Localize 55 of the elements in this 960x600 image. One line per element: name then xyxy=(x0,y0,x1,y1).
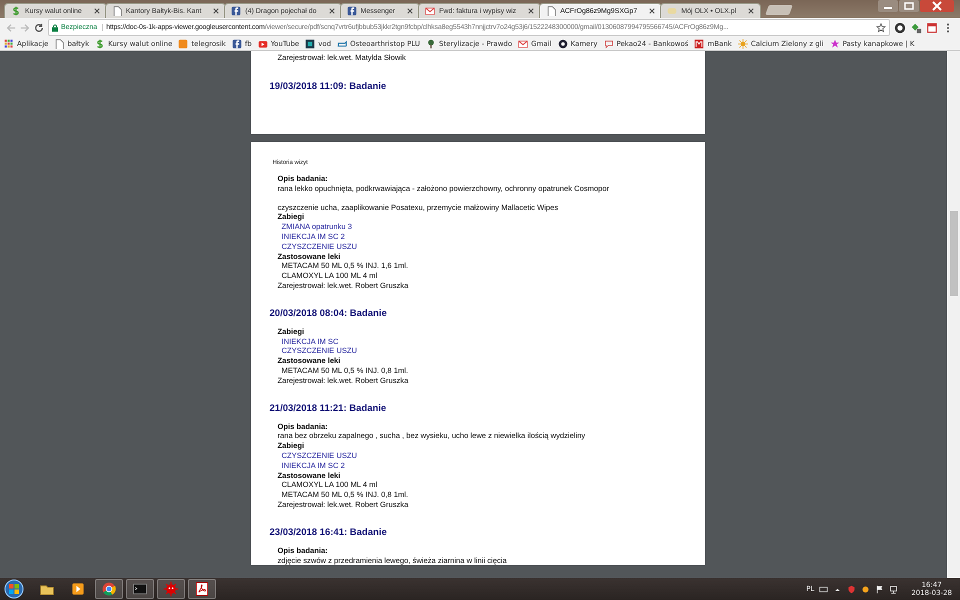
bug-icon xyxy=(163,581,179,597)
camera-icon xyxy=(558,38,568,48)
new-tab-button[interactable] xyxy=(765,5,794,15)
star-logo-icon xyxy=(830,38,840,48)
close-icon[interactable] xyxy=(649,8,656,14)
speech-icon xyxy=(604,38,614,48)
start-orb-icon[interactable] xyxy=(4,579,24,599)
shield-icon[interactable] xyxy=(847,584,856,594)
maximize-icon[interactable] xyxy=(899,0,919,12)
envelope-icon xyxy=(518,38,528,48)
page-icon xyxy=(546,6,556,16)
film-square-icon xyxy=(305,38,316,48)
scrollbar-thumb[interactable] xyxy=(950,211,958,296)
visit-heading: 19/03/2018 11:09: Badanie xyxy=(270,80,388,93)
visit-heading: 23/03/2018 16:41: Badanie xyxy=(270,526,388,539)
close-icon[interactable] xyxy=(94,8,100,14)
close-icon[interactable] xyxy=(748,8,754,14)
scrollbar[interactable] xyxy=(947,51,960,578)
address-bar[interactable] xyxy=(48,19,890,36)
network-icon[interactable] xyxy=(889,584,898,594)
play-icon xyxy=(258,38,268,48)
circle-extension-icon[interactable] xyxy=(894,22,906,34)
taskbar-button[interactable] xyxy=(126,579,154,599)
close-icon[interactable] xyxy=(213,8,220,14)
m-square-icon xyxy=(694,38,704,48)
lock-icon xyxy=(52,24,58,32)
keyboard-icon[interactable] xyxy=(819,584,828,594)
close-icon[interactable] xyxy=(407,8,414,14)
dollar-icon xyxy=(11,6,21,16)
page-icon xyxy=(112,6,122,16)
envelope-icon xyxy=(425,6,436,16)
facebook-icon xyxy=(232,38,242,48)
facebook-icon xyxy=(346,6,357,16)
terminal-icon xyxy=(132,581,148,597)
facebook-icon xyxy=(231,6,242,16)
flag-icon[interactable] xyxy=(875,584,884,594)
pdf-icon xyxy=(194,581,210,597)
visit-heading: 21/03/2018 11:21: Badanie xyxy=(270,402,388,415)
visit-heading: 20/03/2018 08:04: Badanie xyxy=(270,308,388,320)
square-logo-icon xyxy=(178,38,188,48)
close-icon[interactable] xyxy=(920,0,954,12)
sun-icon xyxy=(738,38,748,48)
close-icon[interactable] xyxy=(328,8,335,14)
taskbar-button[interactable] xyxy=(95,579,123,599)
apps-grid-icon xyxy=(4,38,14,48)
close-icon[interactable] xyxy=(528,8,534,14)
tree-icon xyxy=(426,38,436,48)
minimize-icon[interactable] xyxy=(878,0,898,12)
sun-icon[interactable] xyxy=(861,584,870,594)
star-icon[interactable] xyxy=(876,22,886,32)
dollar-icon xyxy=(95,38,106,48)
reload-icon[interactable] xyxy=(34,22,44,32)
chrome-icon xyxy=(101,581,117,597)
play-icon xyxy=(70,581,86,597)
taskbar-button[interactable] xyxy=(188,579,216,599)
